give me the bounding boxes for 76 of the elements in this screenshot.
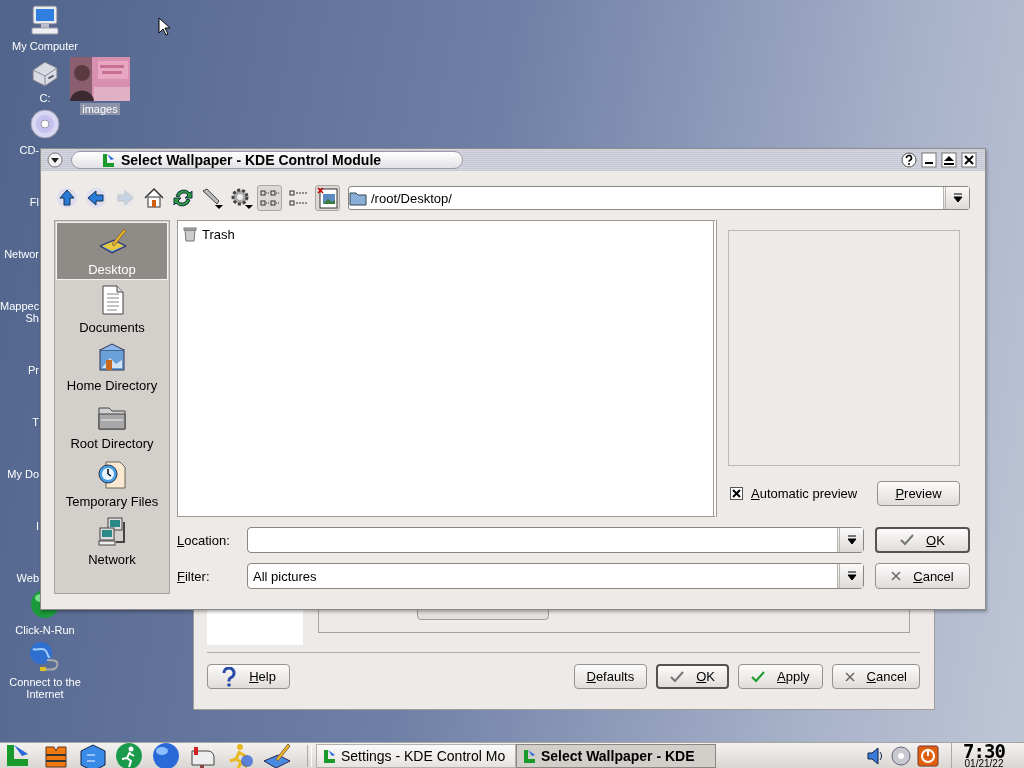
field-label: Filter: <box>177 568 211 584</box>
x-mark-icon <box>732 489 741 498</box>
disk-icon[interactable] <box>891 745 911 766</box>
image-preview-icon <box>315 186 340 210</box>
places-item[interactable]: Root Directory <box>56 396 168 454</box>
network-computers-icon <box>96 516 128 548</box>
power-button-icon[interactable] <box>917 744 939 767</box>
help-button[interactable]: Help <box>207 664 290 689</box>
question-mark-icon <box>221 666 238 687</box>
taskbar-button[interactable]: Select Wallpaper - KDE <box>516 743 716 768</box>
apply-button[interactable]: Apply <box>738 664 823 689</box>
back-arrow-button[interactable] <box>83 185 108 211</box>
clock[interactable]: 7:30 01/21/22 <box>951 742 1012 768</box>
desktop-icon-label[interactable]: Mappec Sh <box>0 300 39 324</box>
file-list[interactable]: Trash <box>177 220 717 517</box>
checkbox-label[interactable]: Automatic preview <box>751 486 858 501</box>
running-figure-icon[interactable] <box>114 740 144 768</box>
desktop-icon-label[interactable]: Connect to the Internet <box>9 676 81 700</box>
defaults-button[interactable]: Defaults <box>573 664 648 689</box>
cross-icon <box>891 571 902 581</box>
file-name[interactable]: Trash <box>202 226 235 242</box>
cross-icon <box>844 671 855 682</box>
desktop-icon-label[interactable]: My Do <box>0 468 39 480</box>
desktop-icon-label[interactable]: Networ <box>0 248 39 260</box>
places-item[interactable]: Home Directory <box>56 338 168 396</box>
filter-combo-box[interactable]: All pictures <box>247 563 864 589</box>
ok-button[interactable]: OK <box>656 664 729 689</box>
places-item[interactable]: Documents <box>56 280 168 338</box>
dropdown-arrow-icon <box>846 535 857 545</box>
preview-button[interactable]: Preview <box>877 481 960 506</box>
kde-logo-icon <box>521 747 537 764</box>
check-icon <box>670 670 685 683</box>
help-icon[interactable] <box>901 152 917 168</box>
maximize-icon[interactable] <box>941 152 957 168</box>
mouse-cursor-icon <box>158 17 170 36</box>
location-combo-box[interactable] <box>247 527 864 553</box>
field-label: Location: <box>177 532 231 548</box>
dropdown-arrow-icon <box>846 571 857 581</box>
places-item[interactable]: Temporary Files <box>56 454 168 512</box>
minimize-icon[interactable] <box>921 152 937 168</box>
house-picture-icon <box>96 342 128 374</box>
desktop-icon-label[interactable]: Pr <box>0 364 39 376</box>
cancel-button[interactable]: Cancel <box>875 563 970 589</box>
desktop-icon-label[interactable]: Web <box>0 572 39 584</box>
speaker-icon[interactable] <box>865 745 885 766</box>
desktop-icon-label[interactable]: Fl <box>0 196 39 208</box>
folder-icon <box>349 190 367 206</box>
path-combo-box[interactable]: /root/Desktop/ <box>348 186 970 210</box>
desktop-icon-label[interactable]: C: <box>39 92 51 104</box>
clock-document-icon <box>96 458 128 490</box>
cancel-button[interactable]: Cancel <box>831 664 920 689</box>
dropdown-arrow-icon <box>952 193 963 203</box>
desktop-icon-label[interactable]: Click-N-Run <box>15 624 75 636</box>
check-icon <box>751 670 765 683</box>
checkbox[interactable] <box>730 487 743 500</box>
desktop-icon-label[interactable]: CD- <box>0 144 39 156</box>
up-arrow-button[interactable] <box>54 185 79 211</box>
close-icon[interactable] <box>961 152 977 168</box>
menu-circle-icon[interactable] <box>47 152 63 168</box>
ok-button[interactable]: OK <box>875 527 970 553</box>
kde-logo-icon <box>100 152 116 168</box>
desktop-icon-label[interactable]: T <box>0 416 39 428</box>
desktop-icon-label[interactable]: My Computer <box>12 40 78 52</box>
trash-can-icon <box>183 226 197 242</box>
taskbar-button[interactable]: Settings - KDE Control Mo <box>316 743 516 768</box>
desktop-icon-label[interactable]: I <box>0 520 39 532</box>
check-icon <box>900 534 915 546</box>
icon-view-button[interactable] <box>257 185 282 211</box>
window-title: Select Wallpaper - KDE Control Module <box>121 152 382 168</box>
computer-icon <box>29 4 61 36</box>
reload-icon <box>170 186 195 210</box>
places-item[interactable]: Network <box>56 512 168 570</box>
image-preview-button[interactable] <box>315 185 340 211</box>
kde-logo-icon <box>321 747 337 764</box>
disc-icon <box>29 108 61 140</box>
globe-icon[interactable] <box>151 740 181 768</box>
